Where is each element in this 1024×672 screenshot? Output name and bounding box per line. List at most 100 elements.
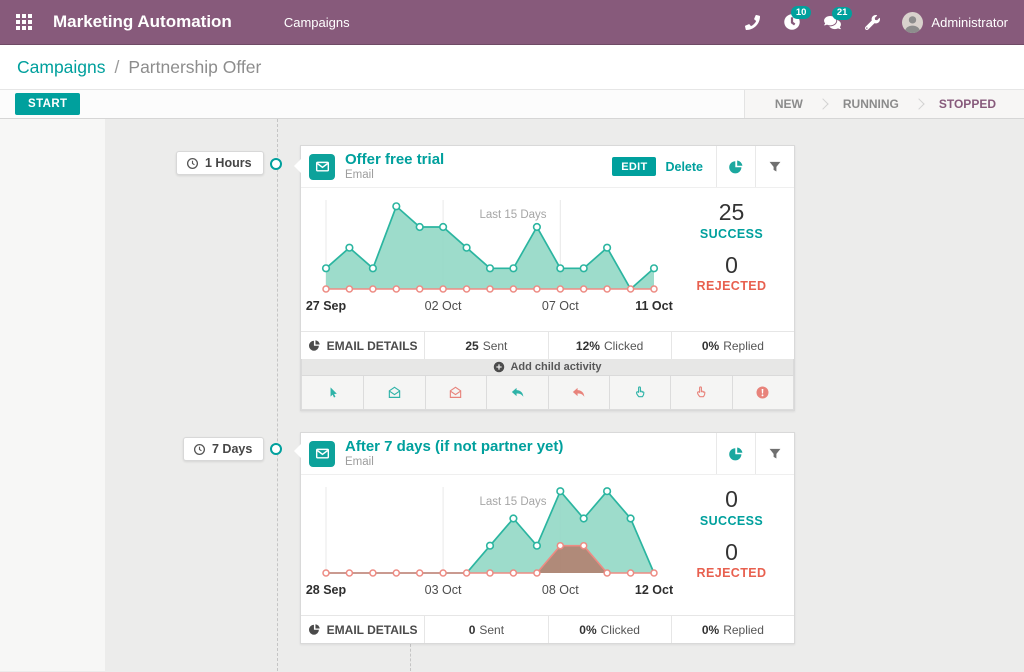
reply-icon[interactable]: [486, 376, 547, 409]
card-connector-arrow: [287, 159, 301, 173]
sent-stat[interactable]: 25Sent: [424, 332, 547, 359]
exclamation-circle-icon[interactable]: [732, 376, 793, 409]
svg-text:08 Oct: 08 Oct: [542, 583, 579, 597]
breadcrumb-current: Partnership Offer: [128, 57, 261, 78]
start-button[interactable]: START: [15, 93, 80, 115]
svg-text:Last 15 Days: Last 15 Days: [479, 496, 546, 508]
email-details-button[interactable]: EMAIL DETAILS: [301, 332, 424, 359]
card-titles: After 7 days (if not partner yet) Email: [345, 438, 563, 470]
email-details-button[interactable]: EMAIL DETAILS: [301, 616, 424, 643]
activity-title[interactable]: After 7 days (if not partner yet): [345, 438, 563, 456]
svg-text:12 Oct: 12 Oct: [635, 583, 674, 597]
svg-text:27 Sep: 27 Sep: [306, 299, 347, 313]
svg-text:11 Oct: 11 Oct: [635, 299, 673, 313]
success-count: 25: [669, 199, 794, 227]
card-footer: EMAIL DETAILS 0Sent 0%Clicked 0%Replied: [301, 615, 794, 643]
stage-running[interactable]: RUNNING: [827, 97, 915, 111]
filter-button[interactable]: [755, 146, 794, 187]
navbar-systray: 10 21 Administrator: [721, 12, 1008, 33]
delete-link[interactable]: Delete: [665, 160, 703, 174]
card-footer: EMAIL DETAILS 25Sent 12%Clicked 0%Replie…: [301, 331, 794, 359]
clock-icon: [186, 157, 199, 170]
tools-icon[interactable]: [865, 15, 880, 30]
success-label: SUCCESS: [669, 514, 794, 528]
child-trigger-row: [301, 376, 794, 410]
rejected-label: REJECTED: [669, 566, 794, 580]
success-count: 0: [669, 486, 794, 514]
chart-region: Last 15 Days 28 Sep 03 Oct 08 Oct 12 Oct 0 S…: [301, 475, 794, 615]
pie-chart-icon: [308, 339, 321, 352]
activity-card-2: After 7 days (if not partner yet) Email …: [300, 432, 795, 644]
filter-button[interactable]: [755, 433, 794, 474]
breadcrumb-separator: /: [115, 57, 120, 78]
campaign-canvas: 1 Hours 7 Days Offer free trial Email ED…: [0, 119, 1024, 671]
delay-label: 1 Hours: [205, 156, 252, 170]
hand-pointer-icon[interactable]: [609, 376, 670, 409]
svg-text:Last 15 Days: Last 15 Days: [479, 209, 546, 221]
hand-pointer-icon[interactable]: [670, 376, 731, 409]
card-header: After 7 days (if not partner yet) Email: [301, 433, 794, 475]
envelope-open-icon[interactable]: [425, 376, 486, 409]
activity-title[interactable]: Offer free trial: [345, 151, 444, 169]
activity-stats: 0 SUCCESS 0 REJECTED: [669, 486, 794, 580]
card-header-actions: [716, 433, 794, 474]
stage-stopped[interactable]: STOPPED: [923, 97, 1012, 111]
envelope-open-icon[interactable]: [363, 376, 424, 409]
activity-stats: 25 SUCCESS 0 REJECTED: [669, 199, 794, 293]
svg-text:03 Oct: 03 Oct: [425, 583, 462, 597]
breadcrumb-link-campaigns[interactable]: Campaigns: [17, 57, 106, 78]
timeline-node-1: [270, 158, 282, 170]
rejected-label: REJECTED: [669, 279, 794, 293]
messages-count-badge: 21: [832, 7, 853, 20]
add-child-activity-button[interactable]: Add child activity: [301, 359, 794, 376]
email-icon: [309, 154, 335, 180]
filter-icon: [768, 160, 782, 174]
breadcrumb: Campaigns / Partnership Offer: [0, 45, 1024, 90]
delay-label: 7 Days: [212, 442, 252, 456]
edit-button[interactable]: EDIT: [612, 157, 656, 176]
delay-badge-1[interactable]: 1 Hours: [176, 151, 264, 175]
delay-badge-2[interactable]: 7 Days: [183, 437, 264, 461]
plus-circle-icon: [493, 361, 505, 373]
activity-chart: Last 15 Days 27 Sep 02 Oct 07 Oct 11 Oct: [301, 188, 686, 331]
clicked-stat[interactable]: 0%Clicked: [548, 616, 671, 643]
activity-type: Email: [345, 456, 563, 470]
graph-toggle-button[interactable]: [716, 433, 755, 474]
stage-new[interactable]: NEW: [759, 97, 819, 111]
activities-clock-icon[interactable]: 10: [784, 14, 800, 30]
svg-text:02 Oct: 02 Oct: [425, 299, 462, 313]
rejected-count: 0: [669, 539, 794, 567]
mouse-pointer-icon[interactable]: [302, 376, 363, 409]
apps-grid-icon[interactable]: [16, 14, 32, 30]
svg-text:07 Oct: 07 Oct: [542, 299, 579, 313]
replied-stat[interactable]: 0%Replied: [671, 332, 794, 359]
card-connector-arrow: [287, 444, 301, 458]
menu-item-campaigns[interactable]: Campaigns: [284, 15, 350, 30]
replied-stat[interactable]: 0%Replied: [671, 616, 794, 643]
app-title[interactable]: Marketing Automation: [53, 12, 232, 32]
activity-card-1: Offer free trial Email EDIT Delete Last …: [300, 145, 795, 411]
card-header-actions: EDIT Delete: [612, 146, 794, 187]
chart-region: Last 15 Days 27 Sep 02 Oct 07 Oct 11 Oct 25 …: [301, 188, 794, 331]
messages-icon[interactable]: 21: [824, 15, 841, 30]
pie-chart-icon: [728, 446, 744, 462]
clock-icon: [193, 443, 206, 456]
avatar: [902, 12, 923, 33]
graph-toggle-button[interactable]: [716, 146, 755, 187]
child-timeline-dashed-line: [410, 644, 411, 671]
user-menu[interactable]: Administrator: [902, 12, 1008, 33]
sent-stat[interactable]: 0Sent: [424, 616, 547, 643]
stage-widget: NEW RUNNING STOPPED: [744, 90, 1024, 118]
control-bar: START NEW RUNNING STOPPED: [0, 90, 1024, 119]
card-header: Offer free trial Email EDIT Delete: [301, 146, 794, 188]
timeline-node-2: [270, 443, 282, 455]
clicked-stat[interactable]: 12%Clicked: [548, 332, 671, 359]
activities-count-badge: 10: [791, 6, 812, 19]
reply-icon[interactable]: [548, 376, 609, 409]
svg-text:28 Sep: 28 Sep: [306, 583, 347, 597]
canvas-left-strip: [0, 119, 105, 671]
activity-chart: Last 15 Days 28 Sep 03 Oct 08 Oct 12 Oct: [301, 475, 686, 615]
filter-icon: [768, 447, 782, 461]
rejected-count: 0: [669, 252, 794, 280]
phone-icon[interactable]: [745, 15, 760, 30]
